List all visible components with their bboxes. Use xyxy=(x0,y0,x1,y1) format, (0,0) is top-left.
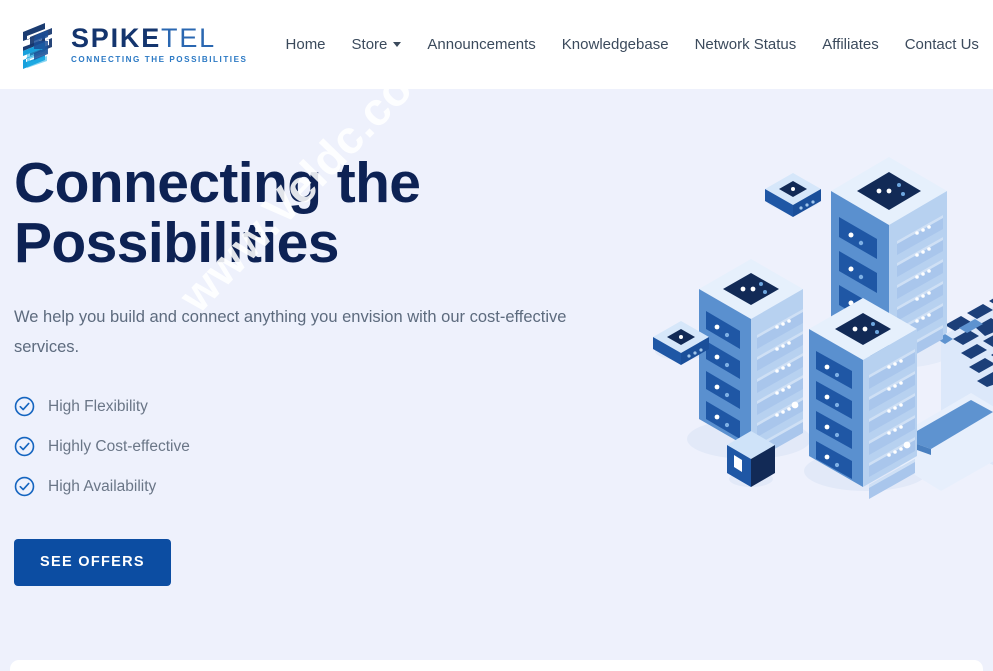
nav-item-store-label: Store xyxy=(351,36,388,53)
brand-tagline: CONNECTING THE POSSIBILITIES xyxy=(71,55,248,65)
list-item: Highly Cost-effective xyxy=(14,427,634,467)
brand-logo-link[interactable]: SPIKETEL CONNECTING THE POSSIBILITIES xyxy=(14,20,248,70)
next-section-panel xyxy=(10,660,983,671)
spiketel-cube-s-logo-icon xyxy=(23,22,52,69)
chevron-down-icon xyxy=(393,42,402,47)
feature-label: High Availability xyxy=(48,478,157,496)
nav-item-store[interactable]: Store xyxy=(352,37,402,52)
nav-item-home[interactable]: Home xyxy=(286,37,326,52)
see-offers-button[interactable]: SEE OFFERS xyxy=(14,538,171,586)
hero-content: Connecting the Possibilities We help you… xyxy=(14,153,634,586)
brand-name-bold: SPIKE xyxy=(71,22,162,53)
hero-illustration xyxy=(641,89,993,519)
hero-subtitle: We help you build and connect anything y… xyxy=(14,307,567,357)
brand-name: SPIKETEL xyxy=(71,22,248,53)
feature-list: High Flexibility Highly Cost-effective H… xyxy=(14,387,634,507)
nav-item-network-status[interactable]: Network Status xyxy=(695,37,797,52)
network-switch-top xyxy=(765,173,821,217)
check-circle-icon xyxy=(14,477,35,497)
brand-name-light: TEL xyxy=(161,22,216,53)
nav-item-knowledgebase[interactable]: Knowledgebase xyxy=(562,37,669,52)
nav-item-affiliates[interactable]: Affiliates xyxy=(822,37,878,52)
list-item: High Availability xyxy=(14,467,634,507)
site-header: SPIKETEL CONNECTING THE POSSIBILITIES Ho… xyxy=(0,0,993,89)
check-circle-icon xyxy=(14,437,35,457)
brand-wordmark: SPIKETEL CONNECTING THE POSSIBILITIES xyxy=(71,22,248,65)
feature-label: Highly Cost-effective xyxy=(48,438,190,456)
page-title: Connecting the Possibilities xyxy=(14,151,421,276)
hero-section: www.Veldc.com Connecting the Possibiliti… xyxy=(0,89,993,671)
feature-label: High Flexibility xyxy=(48,398,148,416)
check-circle-icon xyxy=(14,397,35,417)
nav-item-announcements[interactable]: Announcements xyxy=(427,37,535,52)
isometric-datacenter-illustration xyxy=(653,89,993,499)
nav-item-contact-us[interactable]: Contact Us xyxy=(905,37,979,52)
page-root: SPIKETEL CONNECTING THE POSSIBILITIES Ho… xyxy=(0,0,993,671)
primary-navigation: Home Store Announcements Knowledgebase N… xyxy=(286,37,979,52)
list-item: High Flexibility xyxy=(14,387,634,427)
